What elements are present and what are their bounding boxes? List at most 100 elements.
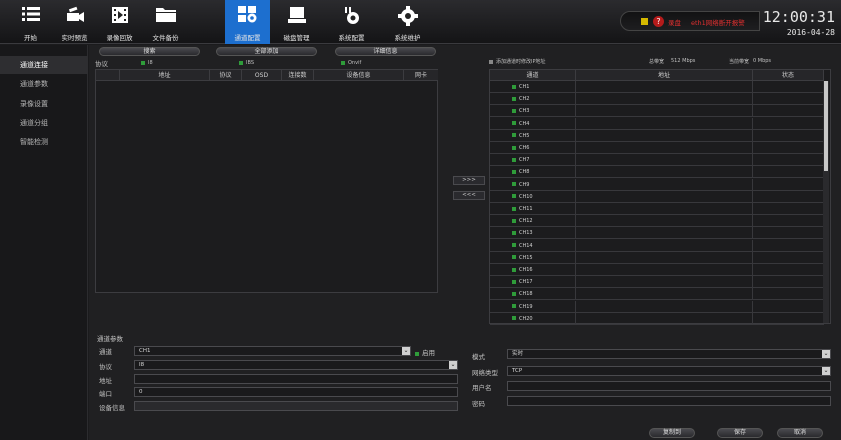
help-icon[interactable]: ? — [653, 16, 664, 27]
password-field[interactable] — [507, 396, 831, 406]
channel-name: CH15 — [519, 254, 533, 261]
list-item[interactable]: CH14 — [490, 239, 824, 252]
checkbox-icon[interactable] — [512, 108, 516, 113]
sidebar-item-channel-group[interactable]: 通道分组 — [0, 114, 88, 132]
status-cell — [753, 105, 824, 117]
channel-cell: CH20 — [490, 312, 576, 325]
nav-live-preview[interactable]: 实时预览 — [52, 0, 97, 44]
nav-system-maintain[interactable]: 系统维护 — [385, 0, 430, 44]
list-item[interactable]: CH3 — [490, 105, 824, 118]
checkbox-icon[interactable] — [512, 206, 516, 211]
nav-start[interactable]: 开始 — [8, 0, 53, 44]
channel-name: CH4 — [519, 120, 530, 127]
channel-name: CH13 — [519, 230, 533, 237]
list-item[interactable]: CH7 — [490, 154, 824, 167]
username-field[interactable] — [507, 381, 831, 391]
checkbox-icon[interactable] — [512, 218, 516, 223]
checkbox-icon[interactable] — [512, 182, 516, 187]
checkbox-icon[interactable] — [512, 291, 516, 296]
nav-disk-manage[interactable]: 磁盘管理 — [274, 0, 319, 44]
list-item[interactable]: CH2 — [490, 93, 824, 106]
list-item[interactable]: CH6 — [490, 142, 824, 154]
checkbox-icon[interactable] — [512, 230, 516, 235]
current-bandwidth-value: 0 Mbps — [753, 58, 772, 64]
checkbox-icon[interactable] — [512, 96, 516, 101]
list-item[interactable]: CH4 — [490, 117, 824, 130]
list-item[interactable]: CH9 — [490, 178, 824, 191]
list-item[interactable]: CH8 — [490, 166, 824, 179]
sidebar-item-record-settings[interactable]: 录像设置 — [0, 95, 88, 113]
gear-icon — [397, 6, 418, 26]
sidebar-item-channel-connect[interactable]: 通道连接 — [0, 56, 88, 74]
checkbox-icon[interactable] — [512, 145, 516, 150]
list-item[interactable]: CH20 — [490, 312, 824, 325]
cancel-button[interactable]: 取消 — [777, 428, 823, 438]
channel-table[interactable]: 通道 地址 状态 CH1 CH2 CH3 CH4 CH5 CH6 CH7 CH8 CH9 CH10… — [489, 69, 831, 325]
add-all-button[interactable]: 全部添加 — [216, 47, 317, 56]
checkbox-icon[interactable] — [512, 316, 516, 321]
checkbox-icon[interactable] — [512, 121, 516, 126]
sidebar-item-channel-params[interactable]: 通道参数 — [0, 75, 88, 93]
checkbox-icon[interactable] — [512, 267, 516, 272]
list-item[interactable]: CH18 — [490, 288, 824, 301]
port-field[interactable]: 0 — [134, 387, 458, 397]
channel-cell: CH11 — [490, 203, 576, 215]
list-item[interactable]: CH17 — [490, 276, 824, 289]
detail-info-button[interactable]: 详细信息 — [335, 47, 436, 56]
checkbox-icon[interactable] — [512, 84, 516, 89]
add-to-channel-button[interactable]: >>> — [453, 176, 485, 185]
channel-cell: CH13 — [490, 227, 576, 240]
copy-to-button[interactable]: 复制到 — [649, 428, 695, 438]
channel-select[interactable]: CH1 ⌄ — [134, 346, 411, 356]
device-info-field[interactable] — [134, 401, 458, 411]
checkbox-icon[interactable] — [512, 157, 516, 162]
status-cell — [753, 301, 824, 313]
search-result-table[interactable]: 地址 协议 OSD 连接数 设备信息 网卡 — [95, 69, 438, 293]
mode-select[interactable]: 实时 ⌄ — [507, 349, 831, 359]
clock-time: 12:00:31 — [762, 8, 835, 26]
checkbox-icon — [489, 59, 493, 64]
enable-checkbox[interactable]: 启用 — [415, 347, 435, 357]
list-item[interactable]: CH19 — [490, 300, 824, 313]
list-item[interactable]: CH16 — [490, 264, 824, 276]
enable-label: 启用 — [422, 349, 435, 357]
protocol-onvif-checkbox[interactable]: Onvif — [341, 60, 361, 66]
remove-from-channel-button[interactable]: <<< — [453, 191, 485, 200]
channel-cell: CH9 — [490, 178, 576, 191]
list-item[interactable]: CH13 — [490, 227, 824, 240]
checkbox-icon[interactable] — [512, 194, 516, 199]
protocol-ibs-checkbox[interactable]: IBS — [239, 60, 254, 66]
protocol-select[interactable]: I8 ⌄ — [134, 360, 458, 370]
list-item[interactable]: CH12 — [490, 215, 824, 228]
port-field-value: 0 — [139, 389, 143, 395]
channel-cell: CH2 — [490, 93, 576, 106]
list-item[interactable]: CH1 — [490, 81, 824, 93]
list-item[interactable]: CH15 — [490, 251, 824, 264]
address-field[interactable] — [134, 374, 458, 384]
checkbox-icon[interactable] — [512, 169, 516, 174]
nav-file-backup[interactable]: 文件备份 — [143, 0, 188, 44]
record-alarm-label: 录盘 — [668, 19, 681, 27]
checkbox-icon[interactable] — [512, 279, 516, 284]
checkbox-icon[interactable] — [512, 255, 516, 260]
scrollbar-thumb[interactable] — [824, 81, 828, 171]
nav-system-config[interactable]: 系统配置 — [329, 0, 374, 44]
save-button[interactable]: 保存 — [717, 428, 763, 438]
list-item[interactable]: CH5 — [490, 129, 824, 142]
channel-table-scrollbar[interactable] — [823, 81, 829, 323]
checkbox-icon[interactable] — [512, 304, 516, 309]
checkbox-icon[interactable] — [512, 133, 516, 138]
list-item[interactable]: CH11 — [490, 203, 824, 215]
sidebar-item-smart-detect[interactable]: 智能检测 — [0, 133, 88, 151]
channel-cell: CH8 — [490, 166, 576, 179]
modify-ip-checkbox[interactable]: 添加通道时修改IP地址 — [489, 58, 546, 65]
address-cell — [576, 129, 753, 142]
nav-playback[interactable]: 录像回放 — [97, 0, 142, 44]
channel-cell: CH10 — [490, 190, 576, 203]
nav-channel-config[interactable]: 通道配置 — [225, 0, 270, 44]
checkbox-icon[interactable] — [512, 243, 516, 248]
protocol-i8-checkbox[interactable]: I8 — [141, 60, 153, 66]
list-item[interactable]: CH10 — [490, 190, 824, 203]
search-button[interactable]: 搜索 — [99, 47, 200, 56]
network-type-select[interactable]: TCP ⌄ — [507, 366, 831, 376]
